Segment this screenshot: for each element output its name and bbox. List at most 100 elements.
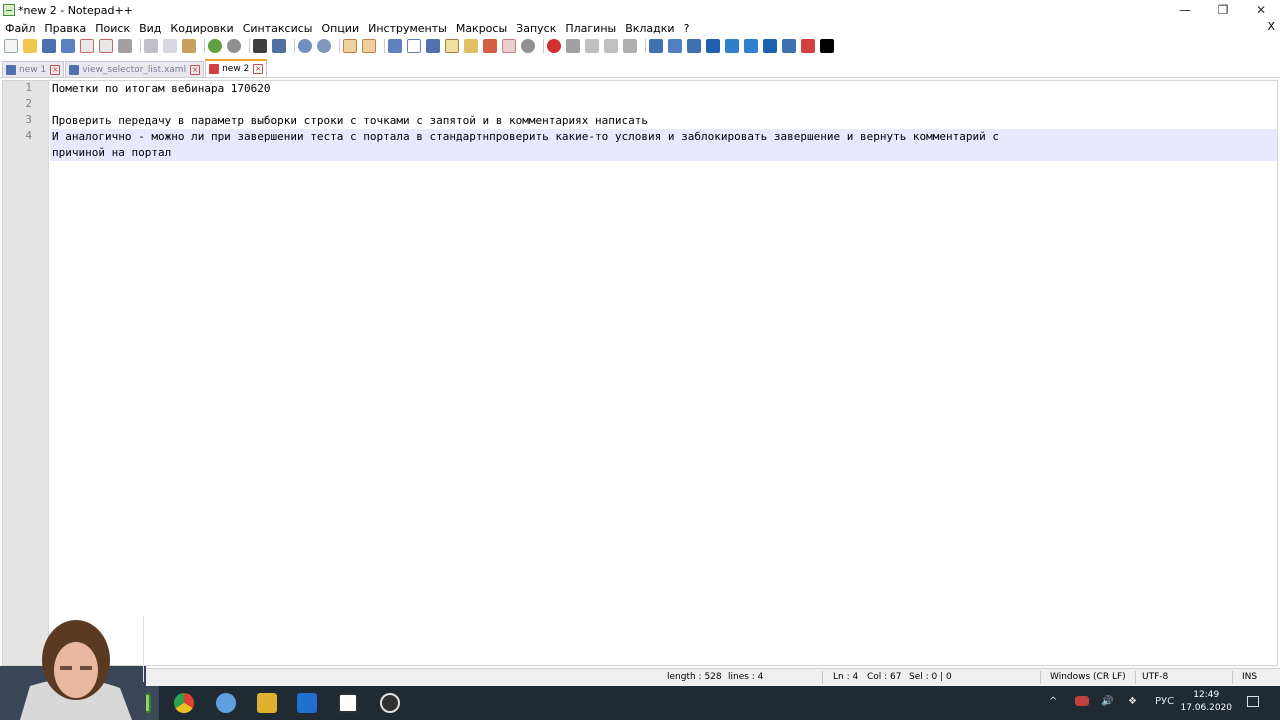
text-line[interactable] (50, 97, 1277, 113)
obs-taskbar-icon[interactable] (380, 693, 400, 713)
minimize-button[interactable]: — (1166, 0, 1204, 20)
save-all-icon[interactable] (61, 39, 75, 53)
menu-edit[interactable]: Правка (44, 22, 86, 35)
text-line[interactable]: Пометки по итогам вебинара 170620 (50, 81, 1277, 97)
show-all-chars-icon[interactable] (407, 39, 421, 53)
dropbox-icon[interactable]: ❖ (1128, 696, 1137, 707)
record-macro-icon[interactable] (547, 39, 561, 53)
window-title: *new 2 - Notepad++ (18, 3, 133, 17)
compare-navigate-icon[interactable] (706, 39, 720, 53)
find-icon[interactable] (253, 39, 267, 53)
redo-icon[interactable] (227, 39, 241, 53)
replace-icon[interactable] (272, 39, 286, 53)
compare-clear-icon[interactable] (687, 39, 701, 53)
status-separator (1040, 671, 1041, 684)
status-eol[interactable]: Windows (CR LF) (1050, 672, 1126, 682)
tab-label: new 2 (222, 64, 250, 74)
close-button[interactable]: ✕ (1242, 0, 1280, 20)
code-text-area[interactable]: Пометки по итогам вебинара 170620 Провер… (50, 81, 1277, 665)
tab-close-icon[interactable]: × (253, 64, 264, 74)
menu-plugins[interactable]: Плагины (565, 22, 616, 35)
compare-icon[interactable] (649, 39, 663, 53)
status-encoding[interactable]: UTF-8 (1142, 672, 1168, 682)
input-language[interactable]: РУС (1155, 696, 1174, 707)
menu-view[interactable]: Вид (139, 22, 161, 35)
menu-file[interactable]: Файл (5, 22, 35, 35)
compare-panel-icon[interactable] (782, 39, 796, 53)
menu-bar: Файл Правка Поиск Вид Кодировки Синтакси… (0, 20, 1280, 36)
compare-lines-icon[interactable] (668, 39, 682, 53)
line-number: 3 (25, 113, 32, 126)
status-insert-mode[interactable]: INS (1242, 672, 1257, 682)
save-icon[interactable] (42, 39, 56, 53)
toolbar-separator (339, 39, 340, 53)
chrome-taskbar-icon[interactable] (174, 693, 194, 713)
menu-language[interactable]: Синтаксисы (243, 22, 313, 35)
tab-close-icon[interactable]: × (50, 64, 61, 75)
copy-icon[interactable] (163, 39, 177, 53)
taskbar-clock[interactable]: 12:49 17.06.2020 (1180, 689, 1232, 715)
sync-horizontal-icon[interactable] (362, 39, 376, 53)
studio-taskbar-icon[interactable] (297, 693, 317, 713)
volume-icon[interactable]: 🔊 (1101, 696, 1113, 707)
paste-icon[interactable] (182, 39, 196, 53)
close-all-icon[interactable] (99, 39, 113, 53)
menu-macro[interactable]: Макросы (456, 22, 507, 35)
arrow-down-icon[interactable] (744, 39, 758, 53)
run-macro-multiple-icon[interactable] (604, 39, 618, 53)
cut-icon[interactable] (144, 39, 158, 53)
plugin-j-icon[interactable] (820, 39, 834, 53)
tray-app-icon[interactable] (1075, 696, 1089, 706)
monitoring-icon[interactable] (502, 39, 516, 53)
status-bar: length : 528 lines : 4 Ln : 4 Col : 67 S… (0, 668, 1280, 686)
close-file-icon[interactable] (80, 39, 94, 53)
file-explorer-icon[interactable] (257, 693, 277, 713)
menu-search[interactable]: Поиск (95, 22, 130, 35)
tab-new-1[interactable]: new 1 × (2, 61, 65, 77)
menu-encoding[interactable]: Кодировки (170, 22, 233, 35)
function-list-icon[interactable] (464, 39, 478, 53)
indent-guide-icon[interactable] (426, 39, 440, 53)
zoom-out-icon[interactable] (317, 39, 331, 53)
print-icon[interactable] (118, 39, 132, 53)
app-taskbar-icon[interactable] (216, 693, 236, 713)
tab-close-icon[interactable]: × (190, 64, 201, 75)
folder-workspace-icon[interactable] (483, 39, 497, 53)
tab-view-selector-list[interactable]: view_selector_list.xaml × (65, 61, 205, 77)
play-macro-icon[interactable] (585, 39, 599, 53)
arrow-up-icon[interactable] (725, 39, 739, 53)
open-file-icon[interactable] (23, 39, 37, 53)
title-bar: *new 2 - Notepad++ — ❐ ✕ (0, 0, 1280, 20)
toolbar-separator (249, 39, 250, 53)
menu-help[interactable]: ? (684, 22, 690, 35)
editor-area[interactable]: 1 2 3 4 Пометки по итогам вебинара 17062… (2, 80, 1278, 666)
close-document-button[interactable]: X (1267, 20, 1275, 33)
record-disabled-icon[interactable] (521, 39, 535, 53)
zoom-in-icon[interactable] (298, 39, 312, 53)
current-text-line[interactable]: И аналогично - можно ли при завершении т… (50, 129, 1277, 145)
notifications-icon[interactable] (1247, 696, 1259, 707)
tab-bar: new 1 × view_selector_list.xaml × new 2 … (0, 59, 1280, 78)
tray-chevron-up-icon[interactable]: ^ (1049, 696, 1057, 707)
save-macro-icon[interactable] (623, 39, 637, 53)
stop-macro-icon[interactable] (566, 39, 580, 53)
compare-last-icon[interactable] (763, 39, 777, 53)
tab-new-2[interactable]: new 2 × (205, 59, 268, 77)
document-map-icon[interactable] (445, 39, 459, 53)
text-line[interactable]: Проверить передачу в параметр выборки ст… (50, 113, 1277, 129)
menu-tools[interactable]: Инструменты (368, 22, 447, 35)
new-file-icon[interactable] (4, 39, 18, 53)
menu-window[interactable]: Вкладки (625, 22, 674, 35)
status-separator (822, 671, 823, 684)
sync-vertical-icon[interactable] (343, 39, 357, 53)
maximize-button[interactable]: ❐ (1204, 0, 1242, 20)
spell-check-icon[interactable] (801, 39, 815, 53)
menu-settings[interactable]: Опции (321, 22, 359, 35)
status-separator (1232, 671, 1233, 684)
status-separator (1135, 671, 1136, 684)
window-taskbar-icon[interactable] (338, 693, 358, 713)
undo-icon[interactable] (208, 39, 222, 53)
menu-run[interactable]: Запуск (516, 22, 556, 35)
word-wrap-icon[interactable] (388, 39, 402, 53)
wrapped-text-line[interactable]: причиной на портал (50, 145, 1277, 161)
